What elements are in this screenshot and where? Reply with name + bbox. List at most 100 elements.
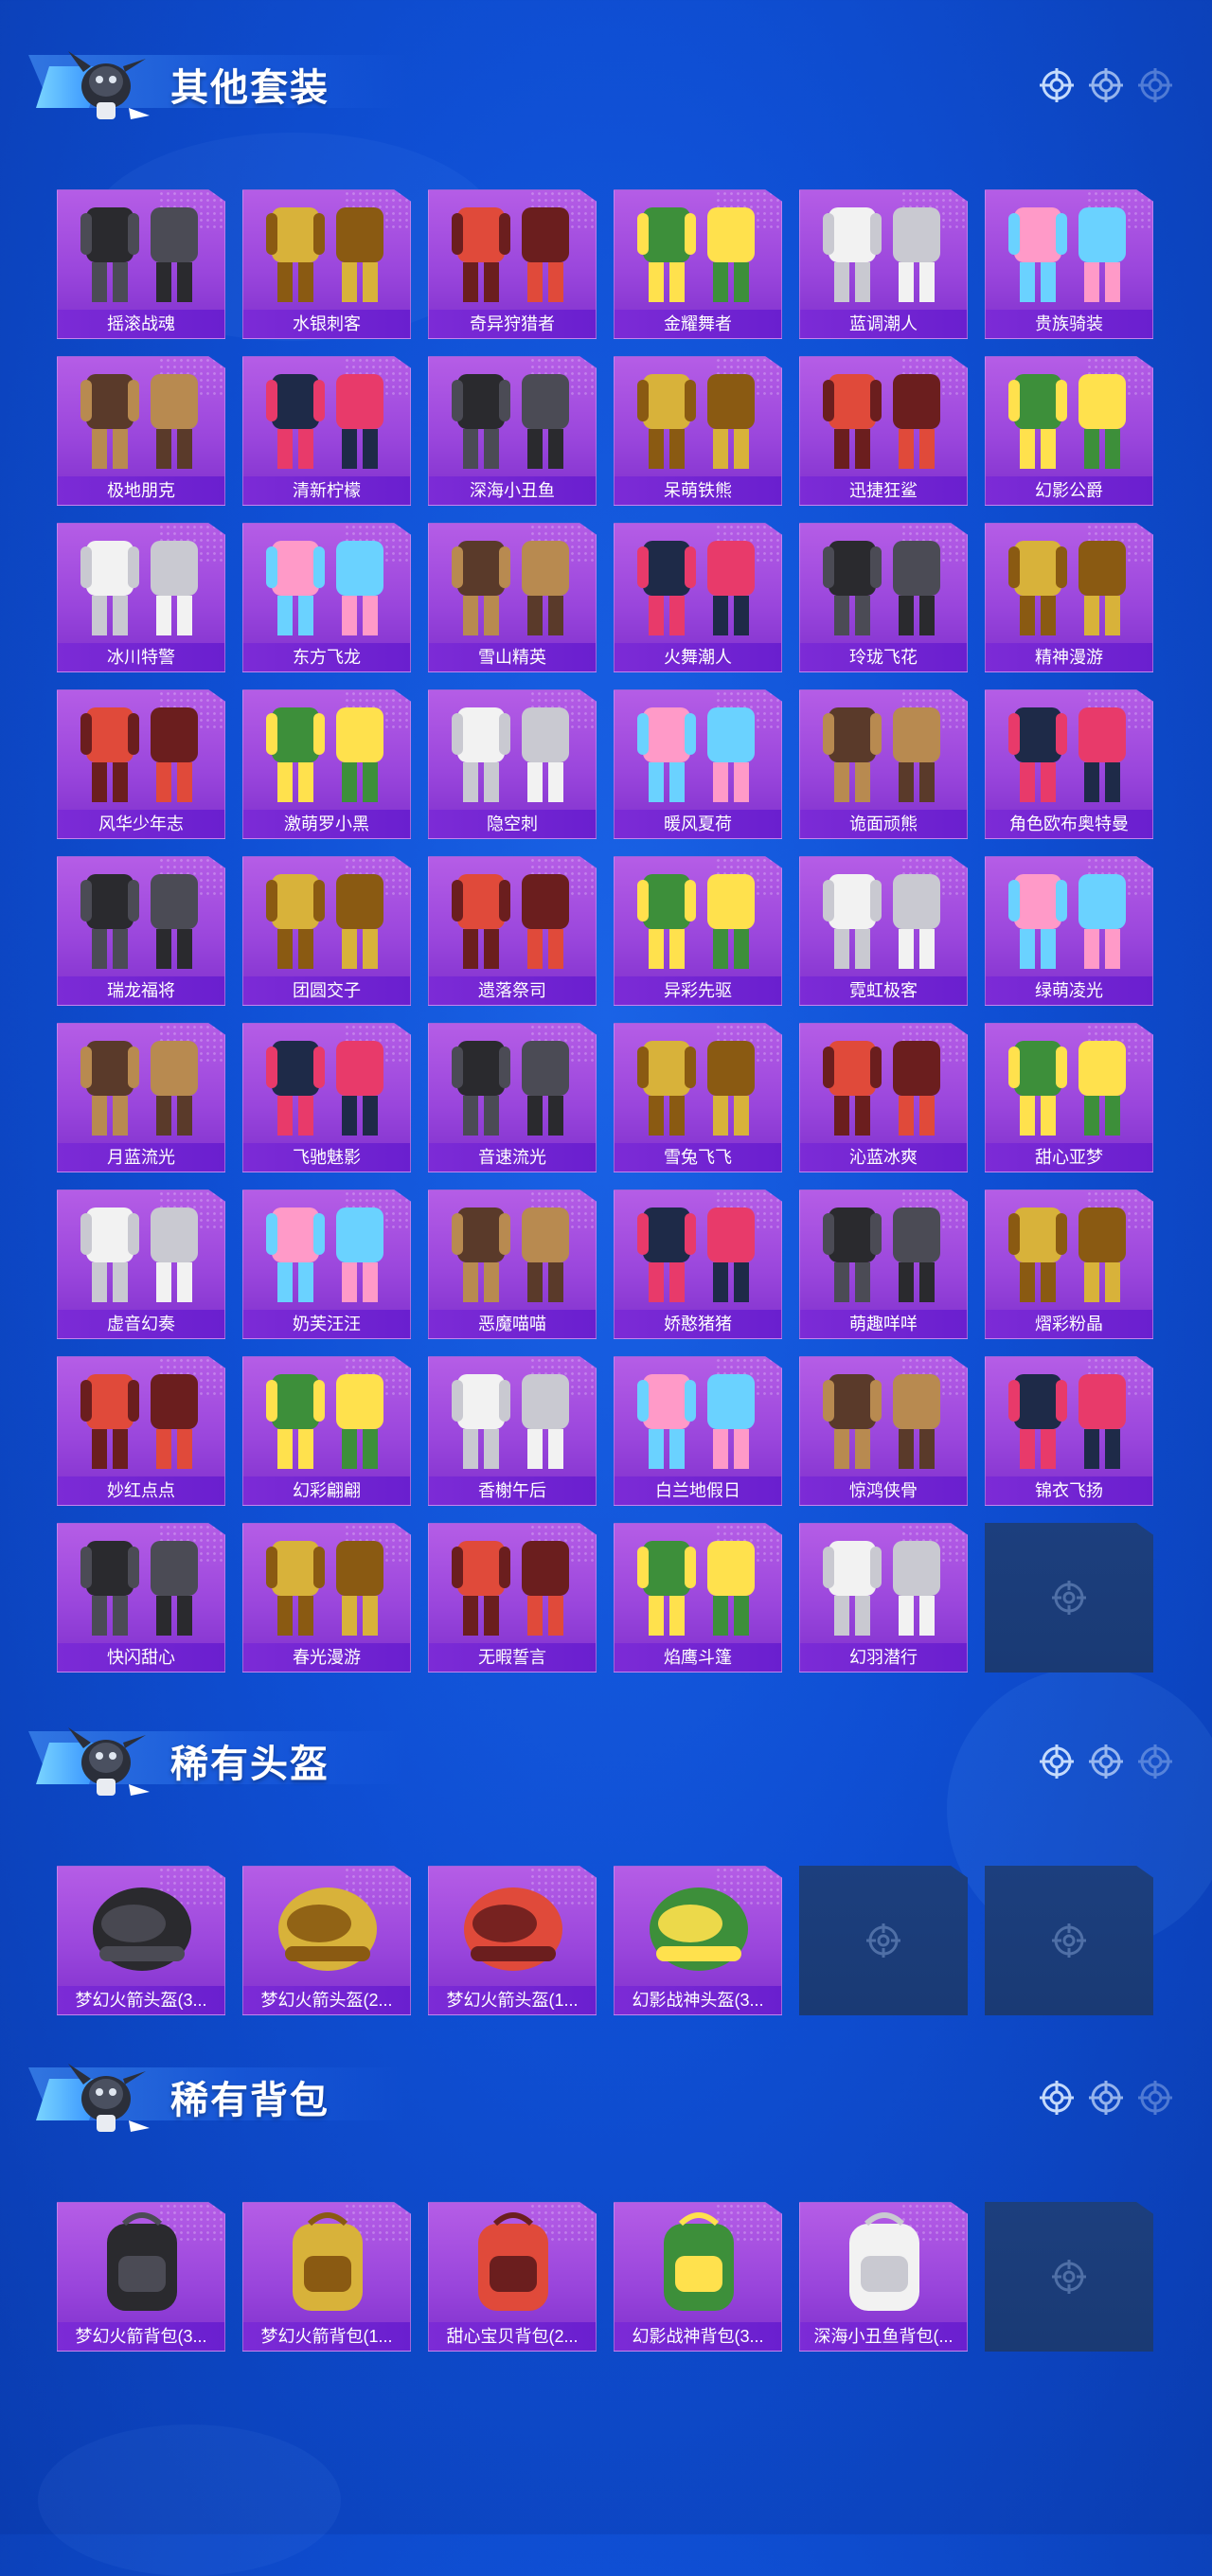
item-card[interactable]: 火舞潮人 bbox=[614, 523, 782, 672]
item-card[interactable]: 清新柠檬 bbox=[242, 356, 411, 506]
item-card[interactable]: 雪兔飞飞 bbox=[614, 1023, 782, 1172]
item-card[interactable]: 深海小丑鱼背包(... bbox=[799, 2202, 968, 2352]
item-name: 玲珑飞花 bbox=[800, 643, 967, 671]
crosshair-icon bbox=[1087, 66, 1125, 104]
crosshair-icon bbox=[1052, 2260, 1086, 2294]
item-card[interactable]: 东方飞龙 bbox=[242, 523, 411, 672]
background-globe-decoration bbox=[38, 2424, 341, 2576]
item-card[interactable]: 暖风夏荷 bbox=[614, 689, 782, 839]
item-card[interactable]: 遗落祭司 bbox=[428, 856, 597, 1006]
item-card[interactable]: 香榭午后 bbox=[428, 1356, 597, 1506]
item-card[interactable]: 水银刺客 bbox=[242, 189, 411, 339]
item-card[interactable]: 呆萌铁熊 bbox=[614, 356, 782, 506]
item-card[interactable]: 萌趣咩咩 bbox=[799, 1190, 968, 1339]
item-card[interactable]: 甜心亚梦 bbox=[985, 1023, 1153, 1172]
item-card[interactable]: 极地朋克 bbox=[57, 356, 225, 506]
item-card[interactable]: 春光漫游 bbox=[242, 1523, 411, 1673]
item-card[interactable]: 霓虹极客 bbox=[799, 856, 968, 1006]
item-card[interactable]: 雪山精英 bbox=[428, 523, 597, 672]
item-card[interactable]: 恶魔喵喵 bbox=[428, 1190, 597, 1339]
item-card[interactable]: 梦幻火箭头盔(1... bbox=[428, 1866, 597, 2015]
item-card[interactable]: 异彩先驱 bbox=[614, 856, 782, 1006]
item-card[interactable]: 瑞龙福将 bbox=[57, 856, 225, 1006]
item-card[interactable]: 梦幻火箭头盔(2... bbox=[242, 1866, 411, 2015]
item-card[interactable]: 风华少年志 bbox=[57, 689, 225, 839]
item-name: 清新柠檬 bbox=[243, 476, 410, 505]
item-name: 幻影公爵 bbox=[986, 476, 1152, 505]
item-card[interactable]: 奇异狩猎者 bbox=[428, 189, 597, 339]
item-card[interactable]: 白兰地假日 bbox=[614, 1356, 782, 1506]
item-card[interactable]: 深海小丑鱼 bbox=[428, 356, 597, 506]
item-image bbox=[1008, 874, 1126, 969]
item-card[interactable]: 诡面顽熊 bbox=[799, 689, 968, 839]
section-title: 稀有背包 bbox=[170, 2080, 330, 2121]
item-image bbox=[823, 707, 940, 802]
item-card[interactable]: 精神漫游 bbox=[985, 523, 1153, 672]
crosshair-indicators bbox=[1038, 1743, 1174, 1780]
item-image bbox=[823, 374, 940, 469]
item-card[interactable]: 蓝调潮人 bbox=[799, 189, 968, 339]
item-name: 萌趣咩咩 bbox=[800, 1310, 967, 1338]
item-card[interactable]: 梦幻火箭背包(1... bbox=[242, 2202, 411, 2352]
item-name: 幻羽潜行 bbox=[800, 1643, 967, 1672]
item-image bbox=[637, 1041, 755, 1136]
item-card[interactable]: 角色欧布奥特曼 bbox=[985, 689, 1153, 839]
item-grid: 梦幻火箭背包(3... 梦幻火箭背包(1... 甜心宝贝背包(2... 幻影战神… bbox=[57, 2202, 1153, 2352]
item-card[interactable]: 无暇誓言 bbox=[428, 1523, 597, 1673]
item-card[interactable]: 幻影战神头盔(3... bbox=[614, 1866, 782, 2015]
item-card[interactable]: 金耀舞者 bbox=[614, 189, 782, 339]
item-image bbox=[637, 1541, 755, 1636]
item-image bbox=[80, 541, 198, 635]
item-card[interactable]: 甜心宝贝背包(2... bbox=[428, 2202, 597, 2352]
crosshair-icon bbox=[1038, 66, 1076, 104]
item-card[interactable]: 绿萌凌光 bbox=[985, 856, 1153, 1006]
item-card[interactable]: 熠彩粉晶 bbox=[985, 1190, 1153, 1339]
item-card[interactable]: 妙红点点 bbox=[57, 1356, 225, 1506]
item-image bbox=[93, 1887, 191, 1971]
item-card[interactable]: 隐空刺 bbox=[428, 689, 597, 839]
section-header: 其他套装 bbox=[0, 28, 1212, 133]
item-card[interactable]: 娇憨猪猪 bbox=[614, 1190, 782, 1339]
item-card[interactable]: 锦衣飞扬 bbox=[985, 1356, 1153, 1506]
item-card[interactable]: 音速流光 bbox=[428, 1023, 597, 1172]
mascot-icon bbox=[59, 1710, 153, 1805]
item-image bbox=[452, 1208, 569, 1302]
item-image bbox=[452, 707, 569, 802]
item-name: 焰鹰斗篷 bbox=[615, 1643, 781, 1672]
crosshair-icon bbox=[1136, 1743, 1174, 1780]
item-card[interactable]: 梦幻火箭背包(3... bbox=[57, 2202, 225, 2352]
item-card[interactable]: 快闪甜心 bbox=[57, 1523, 225, 1673]
item-card[interactable]: 迅捷狂鲨 bbox=[799, 356, 968, 506]
item-grid: 梦幻火箭头盔(3... 梦幻火箭头盔(2... 梦幻火箭头盔(1... 幻影战神… bbox=[57, 1866, 1153, 2015]
item-card[interactable]: 月蓝流光 bbox=[57, 1023, 225, 1172]
item-card[interactable]: 玲珑飞花 bbox=[799, 523, 968, 672]
item-card[interactable]: 摇滚战魂 bbox=[57, 189, 225, 339]
item-card[interactable]: 惊鸿侠骨 bbox=[799, 1356, 968, 1506]
item-card[interactable]: 虚音幻奏 bbox=[57, 1190, 225, 1339]
section-title: 其他套装 bbox=[170, 67, 330, 109]
item-image bbox=[266, 874, 383, 969]
item-name: 霓虹极客 bbox=[800, 976, 967, 1005]
item-image bbox=[637, 707, 755, 802]
item-card[interactable]: 焰鹰斗篷 bbox=[614, 1523, 782, 1673]
item-card[interactable]: 幻彩翩翩 bbox=[242, 1356, 411, 1506]
item-name: 快闪甜心 bbox=[58, 1643, 224, 1672]
item-card[interactable]: 幻羽潜行 bbox=[799, 1523, 968, 1673]
item-card[interactable]: 飞驰魅影 bbox=[242, 1023, 411, 1172]
item-image bbox=[293, 2212, 363, 2311]
item-card[interactable]: 团圆交子 bbox=[242, 856, 411, 1006]
item-card[interactable]: 幻影公爵 bbox=[985, 356, 1153, 506]
item-card[interactable]: 激萌罗小黑 bbox=[242, 689, 411, 839]
item-name: 呆萌铁熊 bbox=[615, 476, 781, 505]
item-card[interactable]: 梦幻火箭头盔(3... bbox=[57, 1866, 225, 2015]
section-rare-helmets: 稀有头盔 梦幻火箭头盔(3... 梦幻火箭头盔(2... 梦幻火箭头盔(1... bbox=[0, 1705, 1212, 2015]
item-name: 惊鸿侠骨 bbox=[800, 1476, 967, 1505]
item-card[interactable]: 沁蓝冰爽 bbox=[799, 1023, 968, 1172]
section-header: 稀有头盔 bbox=[0, 1705, 1212, 1809]
item-card[interactable]: 幻影战神背包(3... bbox=[614, 2202, 782, 2352]
item-card[interactable]: 奶芙汪汪 bbox=[242, 1190, 411, 1339]
item-card[interactable]: 冰川特警 bbox=[57, 523, 225, 672]
item-image bbox=[823, 1541, 940, 1636]
item-image bbox=[452, 374, 569, 469]
item-card[interactable]: 贵族骑装 bbox=[985, 189, 1153, 339]
